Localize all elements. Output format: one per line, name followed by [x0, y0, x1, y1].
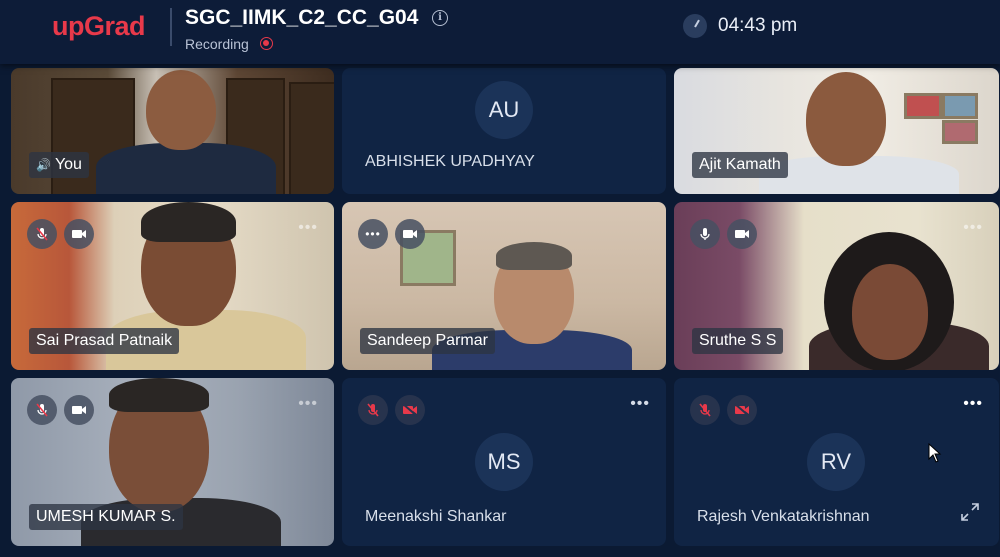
- person-head: [852, 264, 928, 360]
- participant-name-tag: Sai Prasad Patnaik: [29, 328, 180, 354]
- mute-mic-button[interactable]: [27, 219, 57, 249]
- mic-off-icon: [367, 403, 379, 417]
- participant-name-tag: Sandeep Parmar: [360, 328, 495, 354]
- mic-off-icon: [699, 403, 711, 417]
- person-body: [96, 143, 276, 194]
- recording-indicator-icon: [260, 37, 273, 50]
- person-head: [146, 70, 216, 150]
- wall-photo: [942, 120, 978, 144]
- participant-tile-abhishek[interactable]: AU ABHISHEK UPADHYAY: [342, 68, 666, 194]
- wall-photo: [904, 93, 942, 119]
- participant-name-tag: Ajit Kamath: [692, 152, 788, 178]
- participant-name-tag: UMESH KUMAR S.: [29, 504, 183, 530]
- participant-tile-sruthe[interactable]: ••• Sruthe S S: [674, 202, 999, 370]
- camera-off-button[interactable]: [727, 395, 757, 425]
- person-head: [806, 72, 886, 166]
- participant-tile-meenakshi[interactable]: ••• MS Meenakshi Shankar: [342, 378, 666, 546]
- camera-off-icon: [734, 403, 750, 417]
- mic-off-icon: [36, 227, 48, 241]
- participant-tile-ajit[interactable]: Ajit Kamath: [674, 68, 999, 194]
- info-icon[interactable]: i: [432, 10, 448, 26]
- mute-mic-button[interactable]: [358, 395, 388, 425]
- mic-button[interactable]: [690, 219, 720, 249]
- participant-tile-umesh[interactable]: ••• UMESH KUMAR S.: [11, 378, 334, 546]
- camera-icon: [735, 230, 749, 238]
- mic-icon: [700, 228, 710, 240]
- participant-tile-sandeep[interactable]: ••• Sandeep Parmar: [342, 202, 666, 370]
- camera-icon: [403, 230, 417, 238]
- more-options-icon[interactable]: •••: [630, 395, 650, 413]
- wall-photo: [942, 93, 978, 119]
- header-divider: [170, 8, 172, 46]
- more-options-icon[interactable]: •••: [298, 219, 318, 237]
- participant-name-tag: Meenakshi Shankar: [365, 508, 507, 525]
- avatar-initials: MS: [475, 433, 533, 491]
- camera-button[interactable]: [64, 219, 94, 249]
- top-bar: upGrad SGC_IIMK_C2_CC_G04 i Recording 04…: [0, 0, 1000, 64]
- person-hair: [141, 202, 236, 242]
- more-options-button[interactable]: •••: [358, 219, 388, 249]
- avatar-initials: RV: [807, 433, 865, 491]
- avatar-initials: AU: [475, 81, 533, 139]
- participant-name-tag: Rajesh Venkatakrishnan: [697, 508, 870, 525]
- upgrad-logo: upGrad: [52, 11, 146, 41]
- meeting-title: SGC_IIMK_C2_CC_G04: [185, 6, 419, 29]
- more-options-icon[interactable]: •••: [298, 395, 318, 413]
- speaker-icon: 🔊: [36, 158, 51, 172]
- camera-button[interactable]: [727, 219, 757, 249]
- more-options-icon[interactable]: •••: [963, 219, 983, 237]
- camera-icon: [72, 406, 86, 414]
- camera-off-icon: [402, 403, 418, 417]
- bookshelf: [289, 82, 334, 194]
- camera-button[interactable]: [395, 219, 425, 249]
- person-hair: [496, 242, 572, 270]
- mute-mic-button[interactable]: [690, 395, 720, 425]
- fullscreen-expand-icon[interactable]: [961, 503, 979, 526]
- more-icon: •••: [365, 227, 381, 241]
- camera-off-button[interactable]: [395, 395, 425, 425]
- camera-icon: [72, 230, 86, 238]
- participant-name-tag: ABHISHEK UPADHYAY: [365, 153, 535, 170]
- mute-mic-button[interactable]: [27, 395, 57, 425]
- participant-name-tag: Sruthe S S: [692, 328, 784, 354]
- mic-off-icon: [36, 403, 48, 417]
- meeting-time: 04:43 pm: [718, 15, 798, 36]
- clock-icon: [683, 14, 707, 38]
- camera-button[interactable]: [64, 395, 94, 425]
- participant-name-tag: 🔊 You: [29, 152, 89, 178]
- participant-tile-sai[interactable]: ••• Sai Prasad Patnaik: [11, 202, 334, 370]
- participant-tile-rajesh[interactable]: ••• RV Rajesh Venkatakrishnan: [674, 378, 999, 546]
- recording-label: Recording: [185, 36, 249, 52]
- mouse-cursor-icon: [928, 442, 942, 468]
- more-options-icon[interactable]: •••: [963, 395, 983, 413]
- participant-tile-you[interactable]: 🔊 You: [11, 68, 334, 194]
- person-hair: [109, 378, 209, 412]
